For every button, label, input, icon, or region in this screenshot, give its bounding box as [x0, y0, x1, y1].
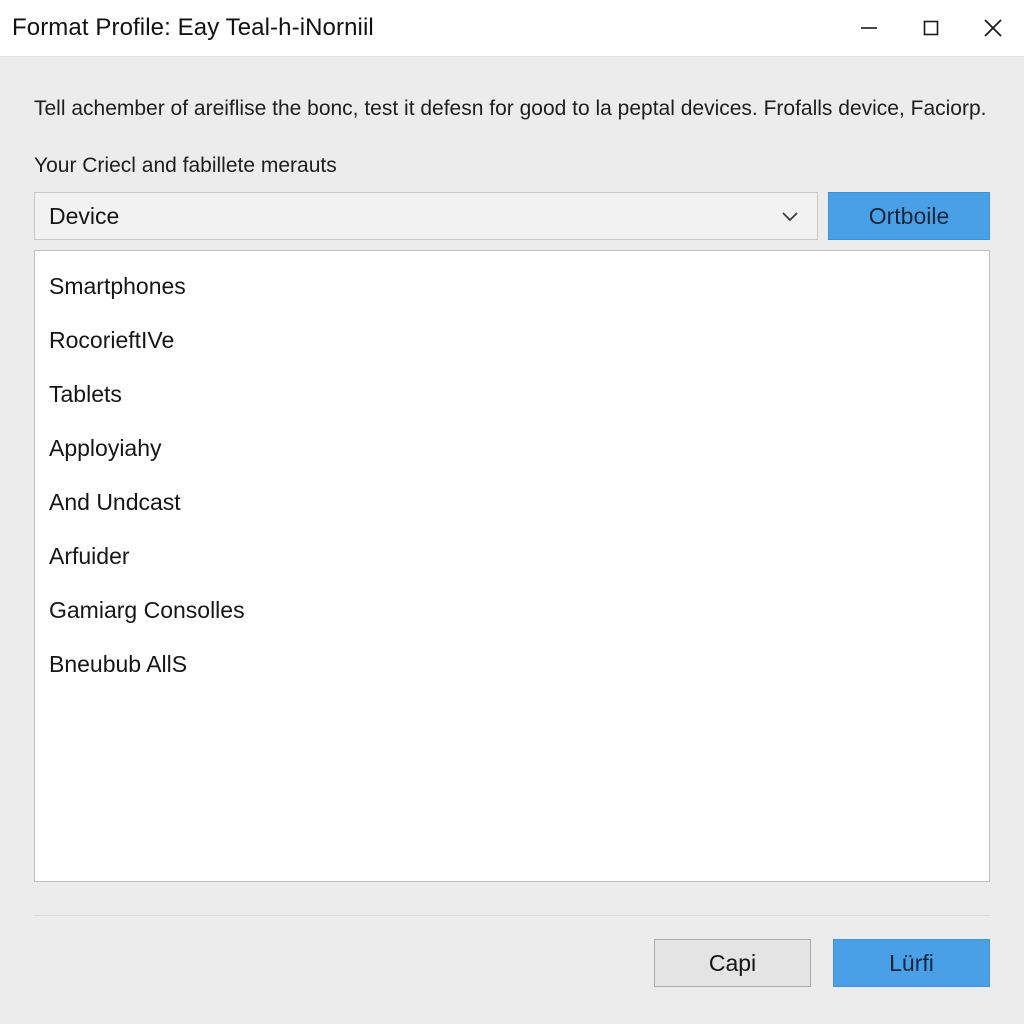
chevron-down-icon [777, 204, 803, 228]
close-button[interactable] [962, 0, 1024, 56]
description-text: Tell achember of areiflise the bonc, tes… [34, 97, 987, 120]
ortboile-button[interactable]: Ortboile [828, 192, 990, 240]
list-item[interactable]: Tablets [35, 367, 989, 421]
list-item[interactable]: RocorieftIVe [35, 313, 989, 367]
list-item[interactable]: Arfuider [35, 529, 989, 583]
device-dropdown[interactable]: Device [34, 192, 818, 240]
title-bar: Format Profile: Eay Teal-h-iNorniil [0, 0, 1024, 57]
close-icon [978, 13, 1008, 43]
list-item[interactable]: Gamiarg Consolles [35, 583, 989, 637]
list-item[interactable]: And Undcast [35, 475, 989, 529]
window-controls [838, 0, 1024, 56]
dropdown-selected-value: Device [49, 202, 120, 229]
device-list-panel[interactable]: Smartphones RocorieftIVe Tablets Apployi… [34, 250, 990, 882]
window-title: Format Profile: Eay Teal-h-iNorniil [12, 14, 374, 41]
footer-actions: Capi Lürfi [34, 916, 990, 1024]
list-item[interactable]: Bneubub AllS [35, 637, 989, 691]
cancel-button[interactable]: Capi [654, 939, 811, 987]
maximize-icon [918, 15, 944, 41]
minimize-button[interactable] [838, 0, 900, 56]
minimize-icon [856, 15, 882, 41]
list-item[interactable]: Apployiahy [35, 421, 989, 475]
field-label: Your Criecl and fabillete merauts [34, 154, 337, 177]
list-item[interactable]: Smartphones [35, 259, 989, 313]
confirm-button[interactable]: Lürfi [833, 939, 990, 987]
dialog-content: Tell achember of areiflise the bonc, tes… [0, 57, 1024, 1024]
maximize-button[interactable] [900, 0, 962, 56]
selector-row: Device Ortboile [34, 192, 990, 240]
dialog-window: Format Profile: Eay Teal-h-iNorniil Tell… [0, 0, 1024, 1024]
